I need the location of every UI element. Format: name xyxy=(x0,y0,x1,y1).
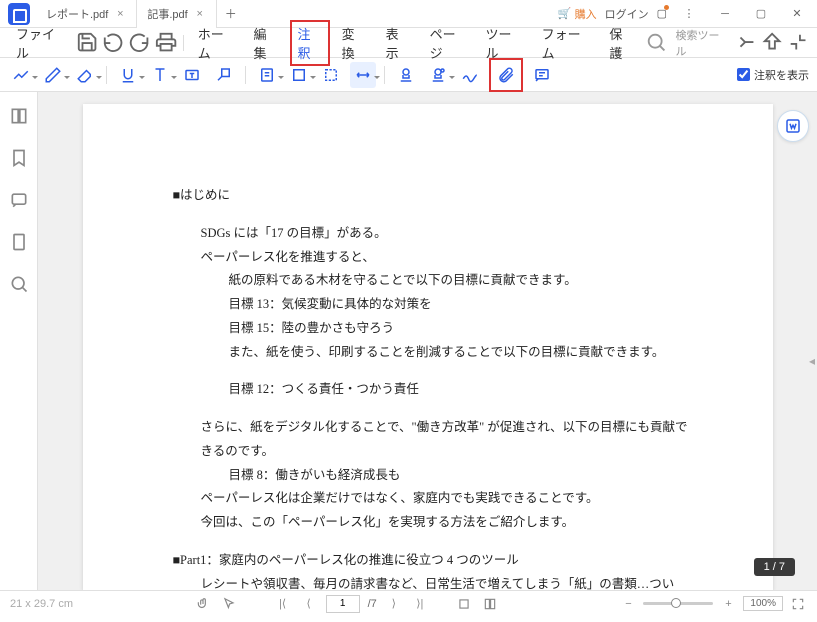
next-page-icon[interactable]: ⟩ xyxy=(385,595,403,613)
menu-protect[interactable]: 保護 xyxy=(601,20,641,66)
comment-icon[interactable] xyxy=(9,190,29,210)
stamp-custom-tool[interactable] xyxy=(425,62,451,88)
fullscreen-icon[interactable] xyxy=(789,595,807,613)
zoom-control: − + 100% xyxy=(619,595,807,613)
page-dimensions: 21 x 29.7 cm xyxy=(10,598,73,610)
shape-tool[interactable] xyxy=(286,62,312,88)
pencil-tool[interactable] xyxy=(40,62,66,88)
search-panel-icon[interactable] xyxy=(9,274,29,294)
attachment-panel-icon[interactable] xyxy=(9,232,29,252)
sidebar-left xyxy=(0,92,38,590)
body-text: 目標 15：陸の豊かさも守ろう xyxy=(173,317,693,341)
cart-icon: 🛒 xyxy=(558,7,572,20)
signature-tool[interactable] xyxy=(457,62,483,88)
menu-file[interactable]: ファイル xyxy=(8,20,72,66)
pdf-page: ■はじめに SDGs には「17 の目標」がある。 ペーパーレス化を推進すると、… xyxy=(83,104,773,590)
menu-page[interactable]: ページ xyxy=(422,20,474,66)
text-callout-tool[interactable] xyxy=(211,62,237,88)
close-icon[interactable]: × xyxy=(194,8,206,20)
highlight-tool[interactable] xyxy=(8,62,34,88)
main-area: ■はじめに SDGs には「17 の目標」がある。 ペーパーレス化を推進すると、… xyxy=(0,92,817,590)
redo-icon[interactable] xyxy=(128,31,150,55)
prev-page-icon[interactable]: ⟨ xyxy=(300,595,318,613)
body-text: さらに、紙をデジタル化することで、"働き方改革" が促進され、以下の目標にも貢献… xyxy=(173,416,693,464)
close-icon[interactable]: × xyxy=(114,8,126,20)
show-annotations-toggle[interactable]: 注釈を表示 xyxy=(737,67,809,83)
text-tool[interactable] xyxy=(147,62,173,88)
menu-view[interactable]: 表示 xyxy=(378,20,418,66)
body-text: 目標 13：気候変動に具体的な対策を xyxy=(173,293,693,317)
panel-collapse-handle[interactable]: ◂ xyxy=(807,341,817,381)
body-text: 今回は、この「ペーパーレス化」を実現する方法をご紹介します。 xyxy=(173,511,693,535)
annotate-toolbar: 注釈を表示 xyxy=(0,58,817,92)
tab-label: 記事.pdf xyxy=(147,6,187,22)
notification-icon[interactable]: ▢ xyxy=(657,7,667,20)
page-total: /7 xyxy=(368,598,377,610)
expand-icon[interactable] xyxy=(787,31,809,55)
eraser-tool[interactable] xyxy=(72,62,98,88)
menu-edit[interactable]: 編集 xyxy=(245,20,285,66)
hand-tool-icon[interactable] xyxy=(194,595,212,613)
menu-form[interactable]: フォーム xyxy=(534,20,598,66)
textbox-tool[interactable] xyxy=(179,62,205,88)
attachment-tool-highlight xyxy=(489,58,523,92)
statusbar: 21 x 29.7 cm |⟨ ⟨ /7 ⟩ ⟩| − + 100% xyxy=(0,590,817,616)
select-tool-icon[interactable] xyxy=(220,595,238,613)
zoom-out-icon[interactable]: − xyxy=(619,595,637,613)
body-text: 目標 12：つくる責任・つかう責任 xyxy=(173,378,693,402)
menubar: ファイル ホーム 編集 注釈 変換 表示 ページ ツール フォーム 保護 検索ツ… xyxy=(0,28,817,58)
save-icon[interactable] xyxy=(76,31,98,55)
word-export-button[interactable] xyxy=(777,110,809,142)
zoom-level[interactable]: 100% xyxy=(743,596,783,611)
page-number-input[interactable] xyxy=(326,595,360,613)
body-text: ペーパーレス化は企業だけではなく、家庭内でも実践できることです。 xyxy=(173,487,693,511)
body-text: 紙の原料である木材を守ることで以下の目標に貢献できます。 xyxy=(173,269,693,293)
bookmark-icon[interactable] xyxy=(9,148,29,168)
fit-page-icon[interactable] xyxy=(481,595,499,613)
attachment-tool[interactable] xyxy=(493,62,519,88)
close-button[interactable]: ✕ xyxy=(783,2,811,26)
more-icon[interactable]: ⋮ xyxy=(675,2,703,26)
maximize-button[interactable]: ▢ xyxy=(747,2,775,26)
body-text: レシートや領収書、毎月の請求書など、日常生活で増えてしまう「紙」の書類…つい xyxy=(173,573,693,591)
last-page-icon[interactable]: ⟩| xyxy=(411,595,429,613)
search-placeholder[interactable]: 検索ツール xyxy=(676,27,727,59)
heading: ■はじめに xyxy=(173,184,693,208)
note-tool[interactable] xyxy=(254,62,280,88)
zoom-slider[interactable] xyxy=(643,602,713,605)
area-highlight-tool[interactable] xyxy=(318,62,344,88)
body-text: SDGs には「17 の目標」がある。 xyxy=(173,222,693,246)
underline-tool[interactable] xyxy=(115,62,141,88)
print-icon[interactable] xyxy=(155,31,177,55)
stamp-tool[interactable] xyxy=(393,62,419,88)
menu-annotate[interactable]: 注釈 xyxy=(290,20,330,66)
undo-icon[interactable] xyxy=(102,31,124,55)
thumbnails-icon[interactable] xyxy=(9,106,29,126)
body-text: また、紙を使う、印刷することを削減することで以下の目標に貢献できます。 xyxy=(173,341,693,365)
measure-tool[interactable] xyxy=(350,62,376,88)
cloud-icon[interactable] xyxy=(761,31,783,55)
minimize-button[interactable]: ─ xyxy=(711,2,739,26)
first-page-icon[interactable]: |⟨ xyxy=(274,595,292,613)
body-text: 目標 8：働きがいも経済成長も xyxy=(173,464,693,488)
search-icon[interactable] xyxy=(645,31,667,55)
share-icon[interactable] xyxy=(734,31,756,55)
page-indicator: 1 / 7 xyxy=(754,558,795,576)
fit-width-icon[interactable] xyxy=(455,595,473,613)
document-viewport[interactable]: ■はじめに SDGs には「17 の目標」がある。 ペーパーレス化を推進すると、… xyxy=(38,92,817,590)
comment-list-tool[interactable] xyxy=(529,62,555,88)
app-icon xyxy=(8,3,30,25)
zoom-in-icon[interactable]: + xyxy=(719,595,737,613)
menu-home[interactable]: ホーム xyxy=(190,20,242,66)
show-annotations-checkbox[interactable] xyxy=(737,68,750,81)
body-text: ペーパーレス化を推進すると、 xyxy=(173,246,693,270)
menu-convert[interactable]: 変換 xyxy=(334,20,374,66)
heading: ■Part1：家庭内のペーパーレス化の推進に役立つ 4 つのツール xyxy=(173,549,693,573)
